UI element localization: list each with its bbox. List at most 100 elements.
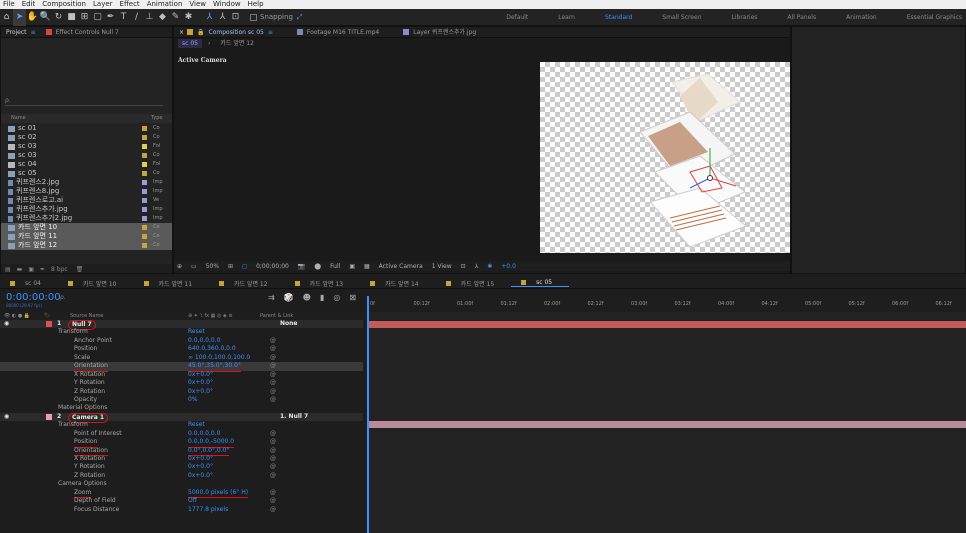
grid-icon[interactable]: ⊡	[461, 263, 466, 270]
property-name[interactable]: Y Rotation	[74, 463, 105, 471]
property-value[interactable]: 0x+0.0°	[188, 463, 213, 471]
selection-tool-icon[interactable]: ➤	[13, 8, 26, 26]
parent-dropdown[interactable]: 1. Null 7	[280, 413, 308, 421]
expression-pickwhip-icon[interactable]: @	[270, 463, 276, 471]
expression-pickwhip-icon[interactable]: @	[270, 379, 276, 387]
expression-pickwhip-icon[interactable]: @	[270, 371, 276, 379]
workspace-libraries[interactable]: Libraries	[732, 14, 758, 21]
expression-pickwhip-icon[interactable]: @	[270, 438, 276, 446]
project-item[interactable]: sc 05 Co	[1, 169, 172, 178]
project-item[interactable]: sc 01 Co	[1, 124, 172, 133]
expression-pickwhip-icon[interactable]: @	[270, 455, 276, 463]
project-item[interactable]: 퀴프렌스로고.ai Ve	[1, 196, 172, 205]
property-name[interactable]: Scale	[74, 354, 90, 362]
label-swatch[interactable]	[142, 126, 147, 131]
expression-pickwhip-icon[interactable]: @	[270, 345, 276, 353]
property-name[interactable]: Opacity	[74, 396, 97, 404]
workspace-essential-graphics[interactable]: Essential Graphics	[907, 14, 962, 21]
layer-row[interactable]: ◉ 1 Null 7 None	[0, 320, 363, 331]
null-7-track-bar[interactable]	[369, 321, 966, 328]
label-swatch[interactable]	[142, 225, 147, 230]
viewer-timecode[interactable]: 0;00;00;00	[256, 263, 289, 270]
property-row[interactable]: Camera Options	[0, 480, 363, 488]
property-row[interactable]: Zoom 5000.0 pixels (6° H) @	[0, 489, 363, 499]
property-name[interactable]: Z Rotation	[74, 388, 105, 396]
graph-editor-icon[interactable]: ⊠	[349, 293, 356, 302]
project-item[interactable]: sc 02 Co	[1, 133, 172, 142]
property-row[interactable]: Focus Distance 1777.8 pixels @	[0, 506, 363, 514]
property-row[interactable]: Transform Reset	[0, 421, 363, 429]
workspace-all-panels[interactable]: All Panels	[787, 14, 816, 21]
workspace-small-screen[interactable]: Small Screen	[662, 14, 701, 21]
tab-effect-controls[interactable]: Effect Controls Null 7	[41, 27, 124, 38]
expression-pickwhip-icon[interactable]: @	[270, 489, 276, 497]
project-item[interactable]: sc 03 Fol	[1, 142, 172, 151]
resolution-dropdown[interactable]: Full	[330, 263, 340, 270]
camera-tool-icon[interactable]: ■	[65, 9, 78, 26]
property-name[interactable]: X Rotation	[74, 455, 105, 463]
expression-pickwhip-icon[interactable]: @	[270, 337, 276, 345]
current-time-indicator[interactable]	[367, 296, 369, 533]
property-row[interactable]: Depth of Field Off @	[0, 497, 363, 505]
timeline-tab[interactable]: 카드 앞면 14	[360, 279, 436, 288]
property-value[interactable]: 0.0,0.0,0.0	[188, 337, 220, 345]
property-value[interactable]: Off	[188, 497, 197, 505]
region-icon[interactable]: ▣	[349, 263, 355, 270]
expression-pickwhip-icon[interactable]: @	[270, 430, 276, 438]
visibility-eye-icon[interactable]: ◉	[4, 413, 9, 421]
expression-pickwhip-icon[interactable]: @	[270, 497, 276, 505]
workspace-standard[interactable]: Standard	[605, 14, 632, 21]
property-value[interactable]: 0x+0.0°	[188, 472, 213, 480]
comp-flowchart-icon[interactable]: ⇉	[268, 293, 275, 302]
timeline-tab[interactable]: sc 04	[0, 280, 58, 287]
label-swatch[interactable]	[142, 216, 147, 221]
frame-blend-icon[interactable]: ▮	[320, 293, 324, 302]
property-row[interactable]: Opacity 0% @	[0, 396, 363, 404]
channel-icon[interactable]: ⬤	[314, 263, 321, 270]
lock-icon[interactable]: 🔒	[197, 27, 204, 38]
breadcrumb-item-sc05[interactable]: sc 05	[178, 39, 202, 48]
transparency-icon[interactable]: ▦	[364, 263, 370, 270]
rotate-tool-icon[interactable]: ↻	[52, 9, 65, 26]
property-name[interactable]: Anchor Point	[74, 337, 112, 345]
home-icon[interactable]: ⌂	[0, 9, 13, 26]
expression-pickwhip-icon[interactable]: @	[270, 354, 276, 362]
menu-help[interactable]: Help	[248, 0, 264, 9]
property-name[interactable]: Depth of Field	[74, 497, 116, 505]
project-item[interactable]: 퀴프렌스추가.jpg Imp	[1, 205, 172, 214]
property-row[interactable]: Orientation 0.0°,0.0°,0.0° @	[0, 447, 363, 457]
zoom-tool-icon[interactable]: 🔍	[39, 9, 52, 26]
brush-tool-icon[interactable]: ∕	[130, 9, 143, 26]
project-item[interactable]: 퀴프렌스2.jpg Imp	[1, 178, 172, 187]
name-column-header[interactable]: Name	[11, 115, 26, 121]
layer-row[interactable]: ◉ 2 Camera 1 1. Null 7	[0, 412, 363, 424]
property-value[interactable]: Reset	[188, 328, 205, 336]
property-value[interactable]: 0x+0.0°	[188, 455, 213, 463]
mask-icon[interactable]: ◻	[242, 263, 247, 270]
parent-link-header[interactable]: Parent & Link	[260, 313, 293, 319]
project-item[interactable]: sc 03 Co	[1, 151, 172, 160]
new-folder-icon[interactable]: ▬	[17, 266, 23, 273]
property-row[interactable]: Transform Reset	[0, 328, 363, 336]
view-layout-dropdown[interactable]: 1 View	[432, 263, 452, 270]
snapping-checkbox[interactable]	[250, 13, 257, 21]
draft-3d-icon[interactable]: 🎲	[284, 293, 294, 302]
expression-pickwhip-icon[interactable]: @	[270, 362, 276, 370]
property-value[interactable]: 0%	[188, 396, 198, 404]
label-swatch[interactable]	[46, 413, 52, 420]
label-swatch[interactable]	[142, 162, 147, 167]
breadcrumb-item-card12[interactable]: 카드 앞면 12	[216, 39, 258, 48]
property-value[interactable]: ∞ 100.0,100.0,100.0	[188, 354, 250, 362]
property-row[interactable]: Position 640.0,360.0,0.0 @	[0, 345, 363, 353]
pen-tool-icon[interactable]: ✒	[104, 9, 117, 26]
label-swatch[interactable]	[142, 171, 147, 176]
property-row[interactable]: Z Rotation 0x+0.0° @	[0, 388, 363, 396]
zoom-dropdown[interactable]: 50%	[206, 263, 219, 270]
menu-icon[interactable]: ≡	[31, 27, 36, 38]
timeline-search-input[interactable]: ρ.	[60, 294, 66, 301]
timeline-tab[interactable]: 카드 앞면 11	[134, 279, 210, 288]
label-swatch[interactable]	[142, 180, 147, 185]
timeline-tab[interactable]: 카드 앞면 13	[285, 279, 361, 288]
workspace-animation[interactable]: Animation	[846, 14, 877, 21]
rectangle-tool-icon[interactable]: ▢	[91, 9, 104, 26]
